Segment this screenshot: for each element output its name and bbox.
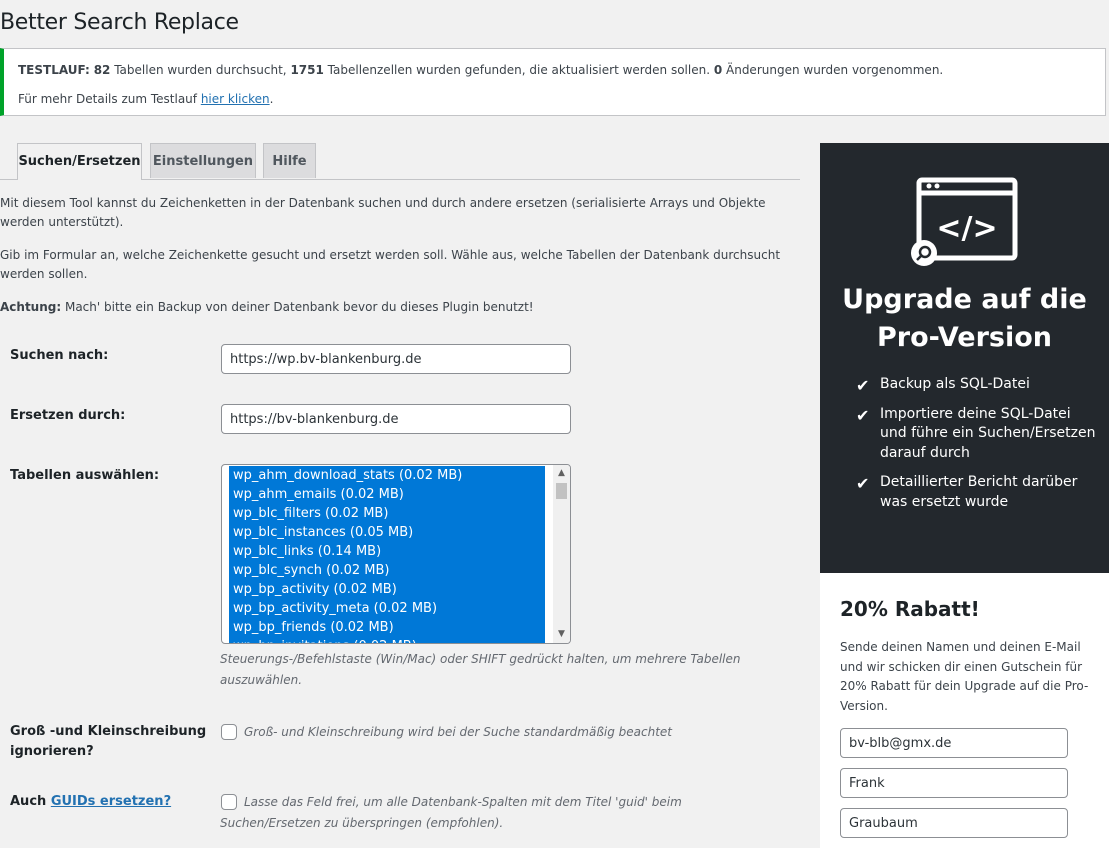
tables-hint: Steuerungs-/Befehlstaste (Win/Mac) oder … [220,652,741,687]
tab-search-replace[interactable]: Suchen/Ersetzen [17,143,142,180]
promo-feature-text: Importiere deine SQL-Datei und führe ein… [880,405,1096,461]
promo-feature-list: ✔ Backup als SQL-Datei ✔ Importiere deine … [856,375,1096,522]
first-name-field[interactable] [840,768,1068,798]
case-hint: Groß- und Kleinschreibung wird bei der S… [244,725,672,739]
guid-link[interactable]: GUIDs ersetzen? [51,794,171,809]
search-input[interactable] [221,344,571,374]
checkmark-icon: ✔ [856,376,870,395]
table-option[interactable]: wp_ahm_download_stats (0.02 MB) [229,466,545,485]
tab-bar: Suchen/Ersetzen Einstellungen Hilfe [0,143,800,180]
notice-details: Für mehr Details zum Testlauf hier klick… [18,92,273,106]
tables-option-list[interactable]: wp_ahm_download_stats (0.02 MB) wp_ahm_em… [229,466,545,643]
warning-label: Achtung: [0,300,62,314]
table-option[interactable]: wp_ahm_emails (0.02 MB) [229,485,545,504]
table-option[interactable]: wp_blc_filters (0.02 MB) [229,504,545,523]
last-name-field[interactable] [840,808,1068,838]
notice-cells-count: 1751 [290,63,324,77]
backup-warning: Achtung: Mach' bitte ein Backup von dein… [0,298,800,317]
replace-label: Ersetzen durch: [10,408,126,423]
case-label: Groß -und Kleinschreibung ignorieren? [10,724,207,759]
tab-settings[interactable]: Einstellungen [150,143,256,178]
case-checkbox[interactable] [221,724,237,740]
tables-scrollbar[interactable]: ▲ ▼ [553,465,570,643]
replace-input[interactable] [221,404,571,434]
guid-label: Auch GUIDs ersetzen? [10,792,171,812]
intro-paragraph-1: Mit diesem Tool kannst du Zeichenketten … [0,196,766,229]
email-field[interactable] [840,728,1068,758]
code-window-icon: </> [911,177,1018,266]
tables-select[interactable]: wp_ahm_download_stats (0.02 MB) wp_ahm_em… [221,464,571,644]
dry-run-notice: TESTLAUF: 82 Tabellen wurden durchsucht,… [0,48,1106,116]
promo-feature: ✔ Detaillierter Bericht darüber was erset… [856,473,1096,512]
tab-help[interactable]: Hilfe [263,143,316,178]
table-option[interactable]: wp_bp_activity (0.02 MB) [229,580,545,599]
page-title: Better Search Replace [0,10,239,35]
pro-upgrade-panel: </> Upgrade auf die Pro-Version ✔ Backup … [820,143,1109,573]
discount-title: 20% Rabatt! [840,597,980,621]
notice-details-text: Für mehr Details zum Testlauf [18,92,201,106]
checkmark-icon: ✔ [856,474,870,493]
notice-text-a: Tabellen wurden durchsucht, [110,63,291,77]
tables-label: Tabellen auswählen: [10,468,160,483]
notice-summary: TESTLAUF: 82 Tabellen wurden durchsucht,… [18,63,943,77]
promo-feature-text: Detaillierter Bericht darüber was ersetz… [880,474,1078,510]
discount-panel: 20% Rabatt! Sende deinen Namen und deine… [820,573,1109,848]
checkmark-icon: ✔ [856,405,870,425]
svg-text:</>: </> [936,211,997,246]
search-label: Suchen nach: [10,348,109,363]
notice-changes-count: 0 [713,63,723,77]
notice-tables-count: 82 [93,63,111,77]
warning-text: Mach' bitte ein Backup von deiner Datenb… [61,300,534,314]
table-option[interactable]: wp_bp_invitations (0.02 MB) [229,637,545,643]
notice-details-end: . [269,92,274,106]
table-option[interactable]: wp_blc_instances (0.05 MB) [229,523,545,542]
details-link[interactable]: hier klicken [201,92,270,106]
table-option[interactable]: wp_bp_activity_meta (0.02 MB) [229,599,545,618]
intro-paragraph-2: Gib im Formular an, welche Zeichenkette … [0,248,781,281]
notice-text-c: Änderungen wurden vorgenommen. [722,63,944,77]
table-option[interactable]: wp_blc_links (0.14 MB) [229,542,545,561]
guid-label-prefix: Auch [10,794,51,809]
scroll-down-icon[interactable]: ▼ [553,626,570,643]
promo-feature: ✔ Importiere deine SQL-Datei und führe ei… [856,405,1096,464]
promo-title: Upgrade auf die Pro-Version [842,284,1087,353]
discount-description: Sende deinen Namen und deinen E-Mail und… [840,640,1089,713]
promo-feature-text: Backup als SQL-Datei [880,376,1030,392]
guid-hint: Lasse das Feld frei, um alle Datenbank-S… [220,795,682,830]
scroll-thumb[interactable] [556,483,567,499]
scroll-up-icon[interactable]: ▲ [553,465,570,482]
promo-feature: ✔ Backup als SQL-Datei [856,375,1096,395]
notice-prefix: TESTLAUF: [18,63,90,77]
table-option[interactable]: wp_blc_synch (0.02 MB) [229,561,545,580]
notice-text-b: Tabellenzellen wurden gefunden, die aktu… [323,63,714,77]
table-option[interactable]: wp_bp_friends (0.02 MB) [229,618,545,637]
